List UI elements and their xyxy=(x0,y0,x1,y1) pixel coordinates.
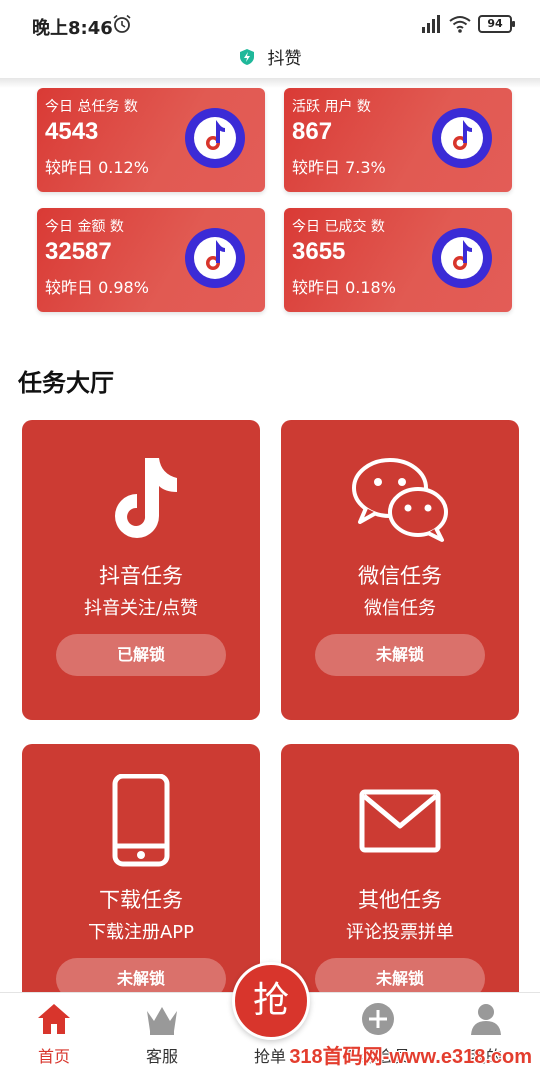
task-desc: 微信任务 xyxy=(364,598,436,619)
task-desc: 抖音关注/点赞 xyxy=(83,598,199,619)
task-name: 下载任务 xyxy=(99,888,183,912)
status-time: 晚上8:46 xyxy=(32,18,113,39)
task-name: 微信任务 xyxy=(358,564,442,588)
stat-label: 今日 金额 数 xyxy=(45,219,124,235)
app-logo-icon xyxy=(185,228,245,288)
stat-change: 较昨日 7.3% xyxy=(292,158,386,177)
stat-card-active-users: 活跃 用户 数 867 较昨日 7.3% xyxy=(284,88,512,192)
stat-card-completed: 今日 已成交 数 3655 较昨日 0.18% xyxy=(284,208,512,312)
stat-label: 今日 总任务 数 xyxy=(45,99,138,115)
stat-card-total-tasks: 今日 总任务 数 4543 较昨日 0.12% xyxy=(37,88,265,192)
tab-label: 首页 xyxy=(37,1047,70,1066)
section-title: 任务大厅 xyxy=(18,369,114,397)
stat-value: 32587 xyxy=(45,238,112,265)
tab-label: 客服 xyxy=(145,1047,178,1066)
battery-indicator: 94 xyxy=(478,15,515,33)
user-icon xyxy=(471,1004,501,1035)
wifi-icon xyxy=(449,16,471,33)
stat-change: 较昨日 0.18% xyxy=(292,278,396,297)
task-name: 其他任务 xyxy=(358,888,442,912)
tab-service[interactable]: 客服 xyxy=(112,993,212,1069)
home-icon xyxy=(38,1004,70,1034)
watermark: 318首码网-www.e318.com xyxy=(289,1046,532,1068)
tiktok-icon xyxy=(115,458,177,538)
alarm-icon xyxy=(113,14,131,33)
crown-icon xyxy=(147,1007,177,1035)
grab-order-button[interactable]: 抢 xyxy=(232,962,310,1040)
task-card-wechat[interactable]: 微信任务 微信任务 未解锁 xyxy=(281,420,519,720)
task-desc: 下载注册APP xyxy=(87,922,195,943)
envelope-icon xyxy=(359,789,441,853)
tab-home[interactable]: 首页 xyxy=(4,993,104,1069)
app-header: 抖赞 xyxy=(0,44,540,78)
shield-icon xyxy=(240,48,255,65)
wechat-icon xyxy=(352,458,448,542)
unlock-status-button[interactable]: 已解锁 xyxy=(56,634,226,676)
unlock-status-button[interactable]: 未解锁 xyxy=(315,634,485,676)
stat-label: 活跃 用户 数 xyxy=(292,99,371,115)
stat-card-amount: 今日 金额 数 32587 较昨日 0.98% xyxy=(37,208,265,312)
app-logo-icon xyxy=(185,108,245,168)
stat-value: 867 xyxy=(292,118,333,145)
task-name: 抖音任务 xyxy=(99,564,183,588)
plus-circle-icon xyxy=(362,1003,394,1035)
header-divider xyxy=(0,78,540,88)
app-title: 抖赞 xyxy=(267,49,302,69)
task-card-douyin[interactable]: 抖音任务 抖音关注/点赞 已解锁 xyxy=(22,420,260,720)
stat-change: 较昨日 0.98% xyxy=(45,278,149,297)
stat-label: 今日 已成交 数 xyxy=(292,219,385,235)
stat-value: 3655 xyxy=(292,238,346,265)
app-logo-icon xyxy=(432,228,492,288)
app-logo-icon xyxy=(432,108,492,168)
stat-value: 4543 xyxy=(45,118,99,145)
status-bar: 晚上8:46 94 xyxy=(0,0,540,48)
task-desc: 评论投票拼单 xyxy=(346,922,454,943)
stat-change: 较昨日 0.12% xyxy=(45,158,149,177)
signal-icon xyxy=(422,15,440,33)
phone-icon xyxy=(112,774,170,867)
